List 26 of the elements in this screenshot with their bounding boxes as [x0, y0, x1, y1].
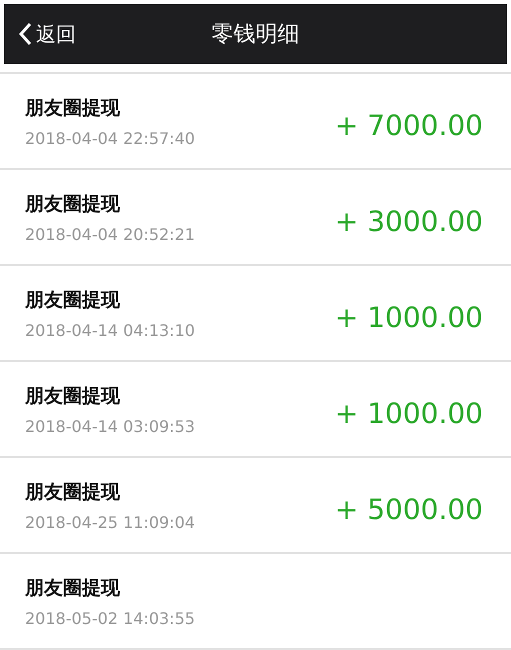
record-row[interactable]: 朋友圈提现 2018-05-02 14:03:55 [0, 554, 511, 650]
record-title: 朋友圈提现 [25, 288, 121, 312]
record-row[interactable]: 朋友圈提现 2018-04-14 04:13:10 + 1000.00 [0, 266, 511, 362]
record-time: 2018-04-04 22:57:40 [25, 128, 195, 148]
record-time: 2018-04-14 04:13:10 [25, 320, 195, 340]
record-time: 2018-05-02 14:03:55 [25, 608, 195, 628]
record-amount: + 1000.00 [334, 300, 483, 334]
record-title: 朋友圈提现 [25, 384, 121, 408]
record-title: 朋友圈提现 [25, 96, 121, 120]
record-amount: + 5000.00 [334, 492, 483, 526]
record-amount: + 7000.00 [334, 108, 483, 142]
record-title: 朋友圈提现 [25, 192, 121, 216]
record-row[interactable]: 朋友圈提现 2018-04-04 20:52:21 + 3000.00 [0, 170, 511, 266]
back-button[interactable]: 返回 [18, 4, 76, 64]
record-title: 朋友圈提现 [25, 576, 121, 600]
record-amount: + 3000.00 [334, 204, 483, 238]
record-time: 2018-04-25 11:09:04 [25, 512, 195, 532]
record-amount: + 1000.00 [334, 396, 483, 430]
record-row[interactable]: 朋友圈提现 2018-04-25 11:09:04 + 5000.00 [0, 458, 511, 554]
record-title: 朋友圈提现 [25, 480, 121, 504]
record-row[interactable]: 朋友圈提现 2018-04-04 22:57:40 + 7000.00 [0, 74, 511, 170]
record-row[interactable]: 朋友圈提现 2018-04-14 03:09:53 + 1000.00 [0, 362, 511, 458]
record-time: 2018-04-14 03:09:53 [25, 416, 195, 436]
page-title: 零钱明细 [212, 21, 300, 49]
record-time: 2018-04-04 20:52:21 [25, 224, 195, 244]
back-icon [18, 22, 32, 46]
